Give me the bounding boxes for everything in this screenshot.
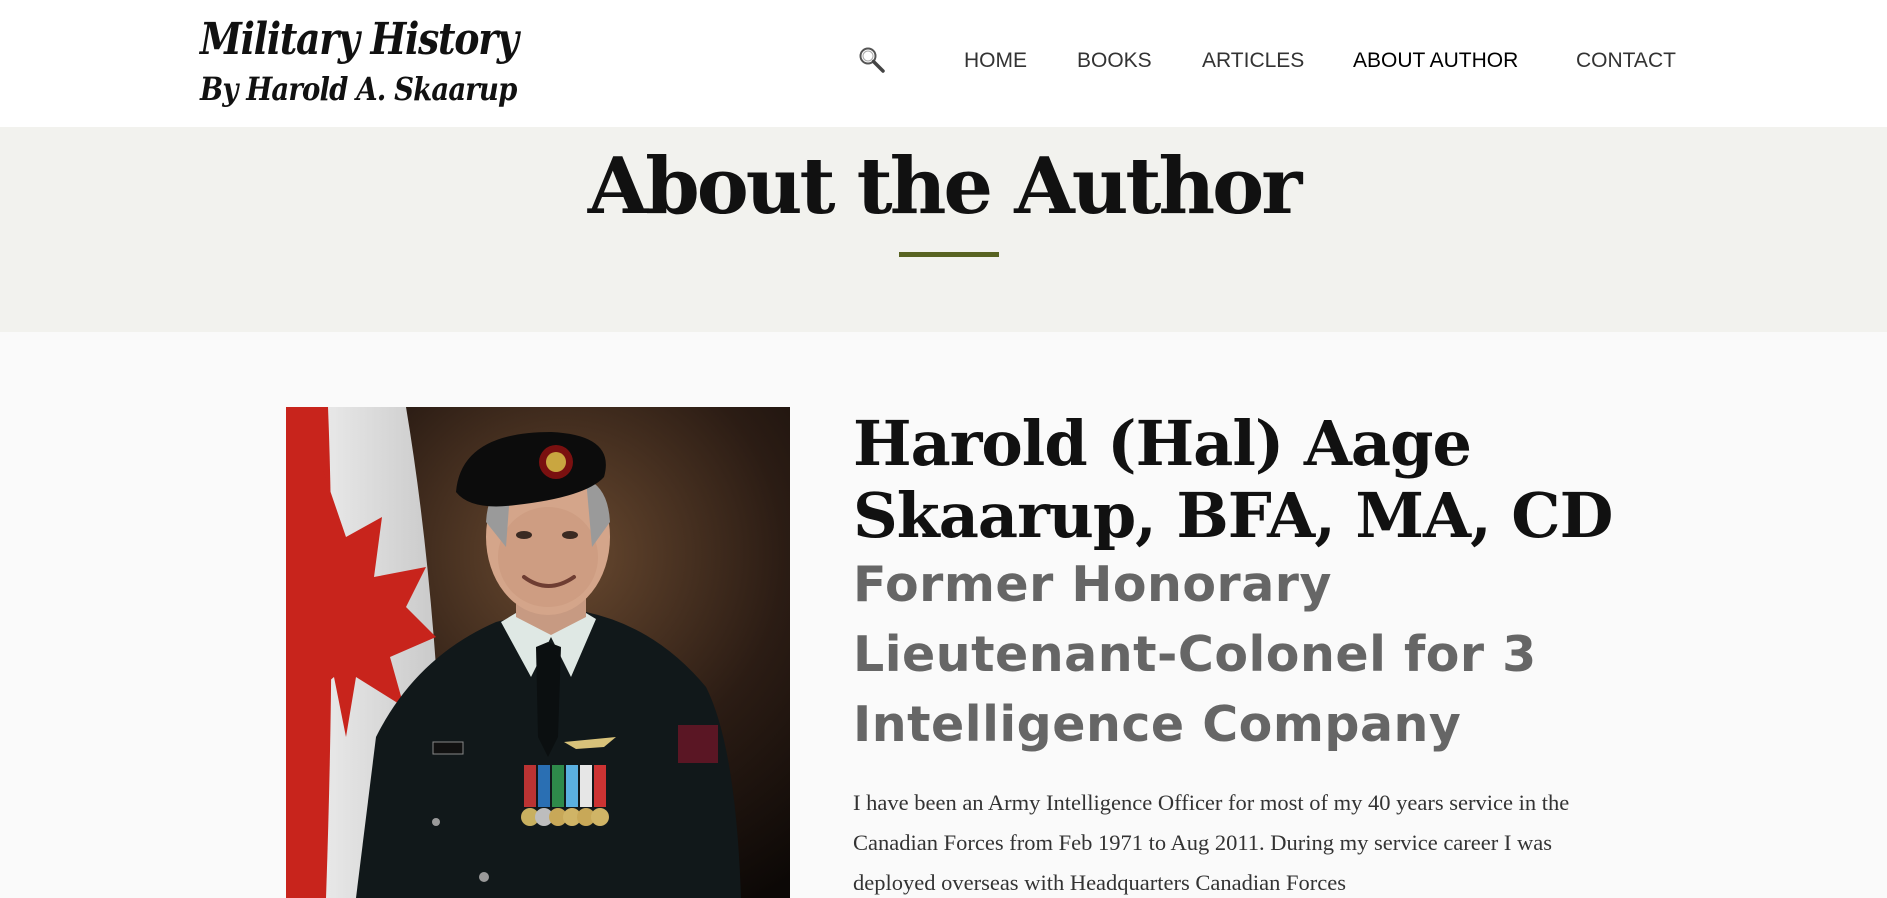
author-name: Harold (Hal) Aage Skaarup, BFA, MA, CD (853, 407, 1613, 552)
site-header: Military History By Harold A. Skaarup HO… (0, 0, 1887, 127)
logo-title: Military History (200, 14, 519, 65)
author-portrait-image (286, 407, 790, 898)
nav-home[interactable]: HOME (964, 49, 1027, 73)
search-button[interactable] (856, 44, 888, 76)
author-subtitle: Former Honorary Lieutenant-Colonel for 3… (853, 556, 1537, 753)
logo-subtitle: By Harold A. Skaarup (200, 70, 517, 108)
nav-about-author[interactable]: ABOUT AUTHOR (1353, 49, 1518, 73)
page-title: About the Author (587, 141, 1303, 232)
title-underline (899, 252, 999, 257)
search-icon (859, 47, 885, 73)
author-bio: I have been an Army Intelligence Officer… (853, 790, 1570, 895)
nav-articles[interactable]: ARTICLES (1202, 49, 1304, 73)
site-logo[interactable]: Military History By Harold A. Skaarup (200, 14, 519, 114)
nav-books[interactable]: BOOKS (1077, 49, 1152, 73)
page-banner: About the Author (0, 127, 1887, 332)
nav-contact[interactable]: CONTACT (1576, 49, 1676, 73)
author-photo (286, 407, 790, 898)
